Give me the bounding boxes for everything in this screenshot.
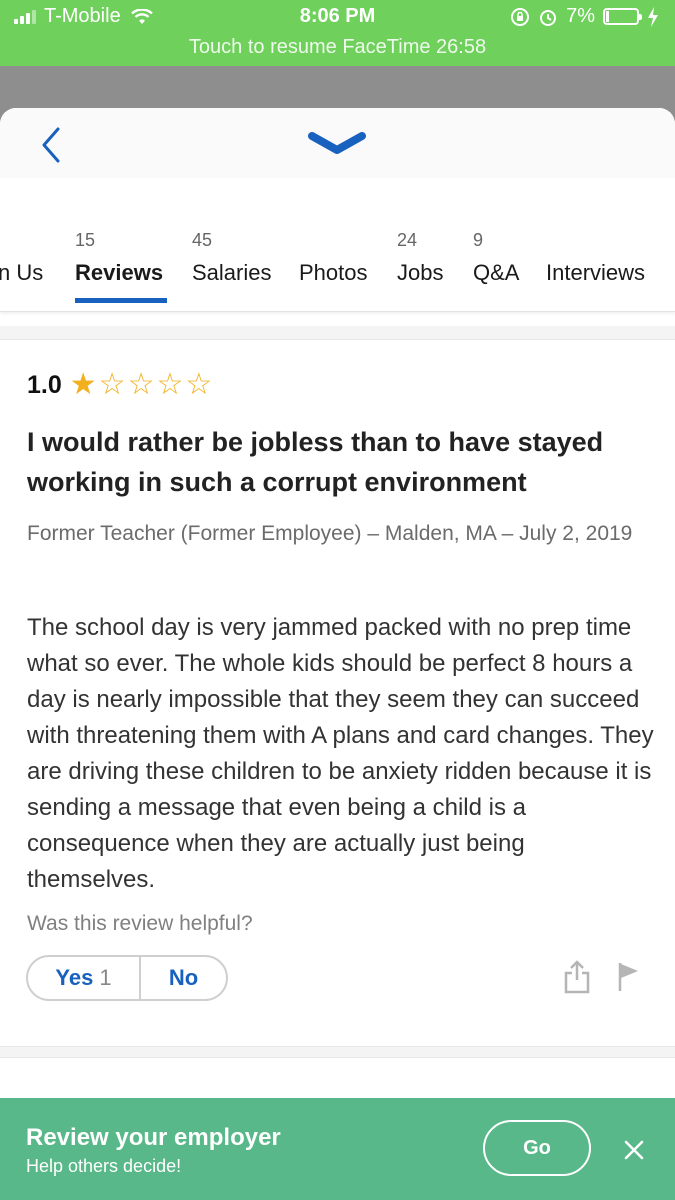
go-button[interactable]: Go [483, 1120, 591, 1176]
tab-label: Jobs [397, 260, 444, 285]
no-button[interactable]: No [141, 957, 226, 999]
rating-value: 1.0 [27, 370, 62, 399]
helpful-question: Was this review helpful? [27, 912, 253, 935]
battery-icon [603, 8, 642, 25]
chevron-down-icon[interactable] [306, 128, 368, 158]
star-empty-icon: ☆ [156, 368, 184, 401]
star-empty-icon: ☆ [185, 368, 213, 401]
yes-button[interactable]: Yes 1 [28, 957, 141, 999]
review-title: I would rather be jobless than to have s… [27, 427, 604, 497]
review-meta: Former Teacher (Former Employee) – Malde… [27, 522, 633, 545]
yes-count: 1 [99, 965, 112, 990]
sheet-header [0, 108, 675, 178]
yes-label: Yes [55, 965, 94, 990]
section-divider [0, 1046, 675, 1058]
battery-percent: 7% [566, 5, 595, 27]
star-filled-icon: ★ [69, 368, 97, 401]
banner-title: Review your employer [26, 1124, 281, 1151]
tab-label: Reviews [75, 260, 164, 285]
active-tab-indicator [75, 298, 167, 303]
chevron-left-icon[interactable] [36, 126, 66, 164]
facetime-banner[interactable]: Touch to resume FaceTime 26:58 [0, 36, 675, 59]
share-icon[interactable] [562, 960, 592, 994]
tab-label: Interviews [546, 260, 646, 285]
section-divider [0, 326, 675, 340]
banner-subtitle: Help others decide! [26, 1156, 182, 1176]
status-bar: T-Mobile 8:06 PM 7% Touch to resume Face… [0, 0, 675, 66]
review-rating: 1.0 ★ ☆ ☆ ☆ ☆ [27, 370, 212, 400]
alarm-icon [540, 9, 557, 26]
star-empty-icon: ☆ [127, 368, 155, 401]
close-icon[interactable] [622, 1138, 646, 1162]
tab-label: Salaries [192, 260, 272, 285]
tab-label: Photos [299, 260, 368, 285]
rotation-lock-icon [511, 7, 530, 26]
helpful-vote: Yes 1 No [26, 955, 228, 1001]
tab-count: 9 [473, 230, 484, 250]
star-empty-icon: ☆ [98, 368, 126, 401]
tab-count: 24 [397, 230, 418, 250]
tab-label: n Us [0, 260, 44, 285]
star-rating: ★ ☆ ☆ ☆ ☆ [70, 370, 213, 400]
status-right: 7% [510, 5, 659, 28]
review-sheet: n Us 15 Reviews 45 Salaries Photos 24 Jo… [0, 108, 675, 1200]
review-body: The school day is very jammed packed wit… [27, 614, 654, 893]
charging-icon [648, 6, 658, 27]
review-employer-banner: Review your employer Help others decide!… [0, 1098, 675, 1200]
tab-label: Q&A [473, 260, 520, 285]
company-tabs: n Us 15 Reviews 45 Salaries Photos 24 Jo… [0, 218, 675, 312]
tab-count: 15 [75, 230, 96, 250]
tab-count: 45 [192, 230, 213, 250]
flag-icon[interactable] [617, 961, 641, 991]
